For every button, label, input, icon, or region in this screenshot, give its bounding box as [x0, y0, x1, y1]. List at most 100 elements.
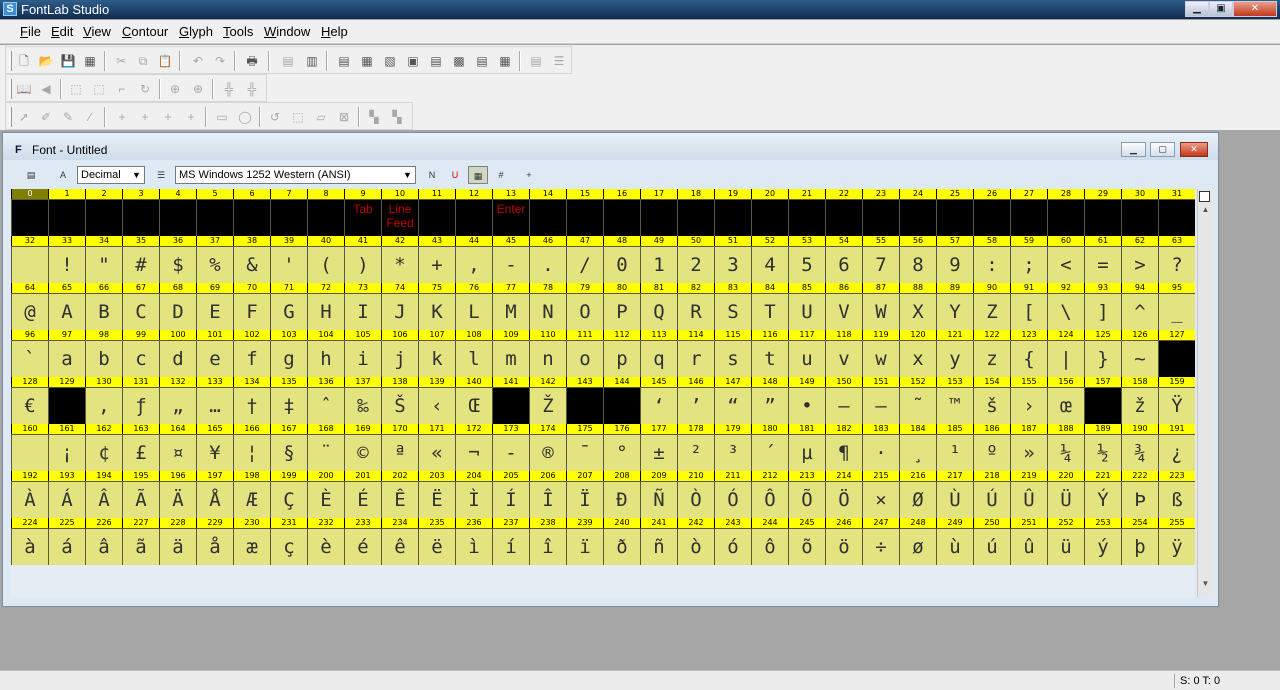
glyph-cell[interactable]: à [11, 528, 48, 565]
close-button[interactable]: ✕ [1233, 1, 1277, 17]
menu-contour[interactable]: Contour [122, 24, 168, 39]
glyph-cell[interactable]: ‡ [270, 387, 307, 424]
glyph-cell[interactable]: q [640, 340, 677, 377]
add-glyph-icon[interactable]: + [519, 166, 539, 184]
ellipse-icon[interactable]: ◯ [235, 107, 255, 127]
glyph-cell[interactable]: Ì [455, 481, 492, 518]
glyph-cell[interactable]: è [307, 528, 344, 565]
glyph-cell[interactable]: h [307, 340, 344, 377]
save-all-icon[interactable]: ▦ [80, 51, 100, 71]
glyph-cell[interactable] [122, 199, 159, 236]
glyph-cell[interactable] [566, 199, 603, 236]
glyph-cell[interactable]: ! [48, 246, 85, 283]
glyph-cell[interactable]: ´ [751, 434, 788, 471]
glyph-cell[interactable]: # [122, 246, 159, 283]
glyph-cell[interactable]: ~ [1121, 340, 1158, 377]
glyph-cell[interactable]: š [973, 387, 1010, 424]
glyph-cell[interactable]: ñ [640, 528, 677, 565]
panel-7-icon[interactable]: ▤ [472, 51, 492, 71]
caption-mode-icon[interactable]: A [53, 166, 73, 184]
new-icon[interactable]: 🗋 [14, 51, 34, 71]
add-corner-icon[interactable]: + [181, 107, 201, 127]
glyph-cell[interactable]: " [85, 246, 122, 283]
cut-icon[interactable]: ✂ [111, 51, 131, 71]
glyph-cell[interactable]: y [936, 340, 973, 377]
glyph-cell[interactable]: 5 [788, 246, 825, 283]
glyph-cell[interactable]: * [381, 246, 418, 283]
glyph-cell[interactable] [640, 199, 677, 236]
glyph-cell[interactable]: ™ [936, 387, 973, 424]
glyph-cell[interactable]: ÿ [1158, 528, 1195, 565]
encoding-select[interactable]: MS Windows 1252 Western (ANSI) ▼ [175, 166, 416, 184]
glyph-cell[interactable]: Ø [899, 481, 936, 518]
glyph-cell[interactable]: – [825, 387, 862, 424]
glyph-cell[interactable]: â [85, 528, 122, 565]
glyph-cell[interactable]: ˜ [899, 387, 936, 424]
node-1-icon[interactable]: ⊕ [165, 79, 185, 99]
glyph-cell[interactable]: ž [1121, 387, 1158, 424]
glyph-cell[interactable]: ô [751, 528, 788, 565]
glyph-cell[interactable] [455, 199, 492, 236]
glyph-cell[interactable]: 3 [714, 246, 751, 283]
glyph-cell[interactable]: r [677, 340, 714, 377]
glyph-cell[interactable]: í [492, 528, 529, 565]
copy-icon[interactable]: ⧉ [133, 51, 153, 71]
glyph-cell[interactable] [270, 199, 307, 236]
glyph-cell[interactable] [603, 199, 640, 236]
glyph-cell[interactable]: d [159, 340, 196, 377]
glyph-cell[interactable]: A [48, 293, 85, 330]
glyph-cell[interactable]: × [862, 481, 899, 518]
glyph-cell[interactable]: ½ [1084, 434, 1121, 471]
glyph-cell[interactable]: < [1047, 246, 1084, 283]
glyph-cell[interactable]: Ï [566, 481, 603, 518]
index-mode-icon[interactable]: # [491, 166, 511, 184]
metrics-icon[interactable]: ▥ [302, 51, 322, 71]
glyph-cell[interactable]: $ [159, 246, 196, 283]
menu-tools[interactable]: Tools [223, 24, 253, 39]
properties-icon[interactable]: ▤ [21, 166, 41, 184]
glyph-cell[interactable] [233, 199, 270, 236]
toolbar-grip[interactable] [9, 79, 12, 99]
glyph-cell[interactable]: O [566, 293, 603, 330]
glyph-cell[interactable]: S [714, 293, 751, 330]
glyph-cell[interactable]: Ú [973, 481, 1010, 518]
glyph-cell[interactable]: ² [677, 434, 714, 471]
panel-3-icon[interactable]: ▧ [380, 51, 400, 71]
glyph-cell[interactable]: Ö [825, 481, 862, 518]
glyph-cell[interactable]: x [899, 340, 936, 377]
glyph-cell[interactable]: t [751, 340, 788, 377]
glyph-cell[interactable]: 7 [862, 246, 899, 283]
glyph-cell[interactable]: [ [1010, 293, 1047, 330]
glyph-cell[interactable] [11, 246, 48, 283]
glyph-cell[interactable]: Ý [1084, 481, 1121, 518]
glyph-cell[interactable]: Ù [936, 481, 973, 518]
measure-icon[interactable]: ⊠ [334, 107, 354, 127]
glyph-cell[interactable]: ³ [714, 434, 751, 471]
add-node-icon[interactable]: + [112, 107, 132, 127]
rotate-icon[interactable]: ↺ [265, 107, 285, 127]
glyph-cell[interactable]: û [1010, 528, 1047, 565]
glyph-cell[interactable]: £ [122, 434, 159, 471]
glyph-cell[interactable]: k [418, 340, 455, 377]
glyph-cell[interactable]: u [788, 340, 825, 377]
glyph-cell[interactable] [48, 387, 85, 424]
glyph-cell[interactable]: E [196, 293, 233, 330]
glyph-cell[interactable]: î [529, 528, 566, 565]
glyph-cell[interactable]: % [196, 246, 233, 283]
print-icon[interactable]: 🖶 [242, 51, 262, 71]
glyph-cell[interactable]: 0 [603, 246, 640, 283]
glyph-cell[interactable]: ¬ [455, 434, 492, 471]
glyph-cell[interactable]: ø [899, 528, 936, 565]
glyph-cell[interactable]: ’ [677, 387, 714, 424]
transform-4-icon[interactable]: ↻ [135, 79, 155, 99]
glyph-cell[interactable]: ¿ [1158, 434, 1195, 471]
glyph-cell[interactable]: ¤ [159, 434, 196, 471]
glyph-cell[interactable] [751, 199, 788, 236]
glyph-cell[interactable]: Q [640, 293, 677, 330]
panel-1-icon[interactable]: ▤ [334, 51, 354, 71]
save-icon[interactable]: 💾 [58, 51, 78, 71]
glyph-cell[interactable] [788, 199, 825, 236]
undo-icon[interactable]: ↶ [188, 51, 208, 71]
glyph-cell[interactable]: » [1010, 434, 1047, 471]
glyph-cell[interactable]: } [1084, 340, 1121, 377]
